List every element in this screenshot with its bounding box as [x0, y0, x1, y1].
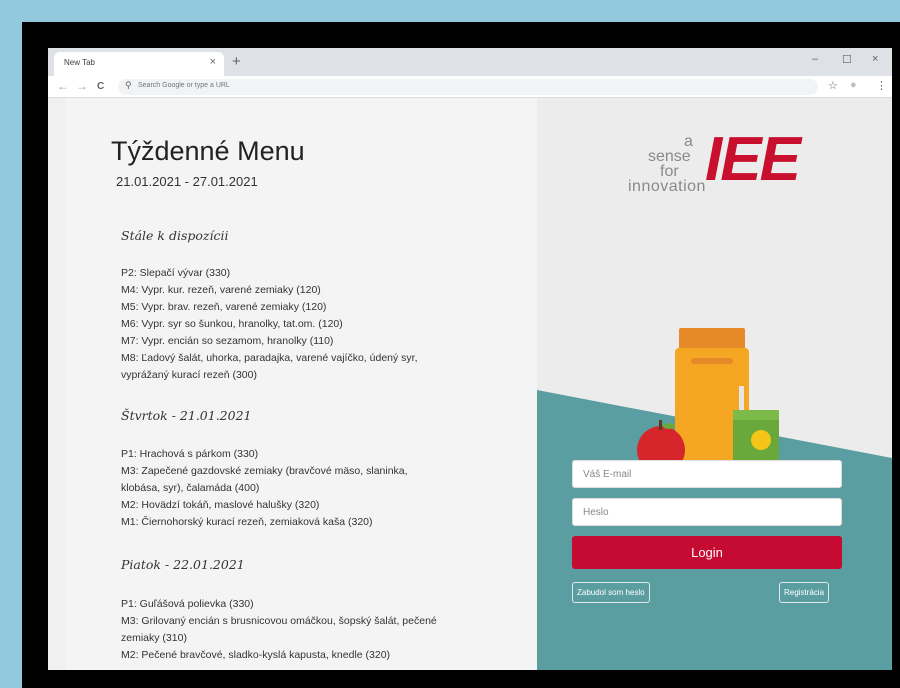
address-bar: ← → C ⚲ Search Google or type a URL ☆ ● …	[48, 76, 892, 98]
menu-item: M1: Čiernohorský kurací rezeň, zemiaková…	[121, 516, 373, 528]
back-icon[interactable]: ←	[57, 79, 69, 93]
page-content: Týždenné Menu 21.01.2021 - 27.01.2021 St…	[48, 98, 892, 670]
logo-word: a	[684, 133, 693, 150]
menu-item: P1: Hrachová s párkom (330)	[121, 448, 259, 460]
omnibox[interactable]: ⚲ Search Google or type a URL	[118, 79, 818, 95]
section-title: Piatok - 22.01.2021	[121, 557, 245, 572]
menu-item: P1: Guľášová polievka (330)	[121, 598, 254, 610]
logo-word: for	[660, 163, 679, 180]
menu-item: M6: Vypr. syr so šunkou, hranolky, tat.o…	[121, 318, 343, 330]
menu-item: M7: Vypr. encián so sezamom, hranolky (1…	[121, 335, 334, 347]
weekly-menu-panel: Týždenné Menu 21.01.2021 - 27.01.2021 St…	[66, 98, 554, 670]
menu-item: klobása, syr), čalamáda (400)	[121, 482, 260, 494]
password-field[interactable]: Heslo	[572, 498, 842, 526]
menu-item: M2: Pečené bravčové, sladko-kyslá kapust…	[121, 649, 391, 661]
login-button[interactable]: Login	[572, 536, 842, 569]
profile-icon[interactable]: ●	[850, 79, 857, 91]
email-field[interactable]: Váš E-mail	[572, 460, 842, 488]
menu-item: M2: Hovädzí tokáň, maslové halušky (320)	[121, 499, 320, 511]
forward-icon[interactable]: →	[76, 79, 88, 93]
forgot-password-button[interactable]: Zabudol som heslo	[572, 582, 650, 603]
logo-word: innovation	[628, 178, 706, 195]
login-panel: a sense for IEE innovation Váš E-mail He…	[537, 98, 892, 670]
menu-item: vyprážaný kurací rezeň (300)	[121, 369, 257, 381]
search-icon: ⚲	[125, 80, 132, 90]
login-button-label: Login	[691, 545, 723, 560]
new-tab-icon[interactable]: +	[232, 53, 241, 70]
reload-icon[interactable]: C	[97, 81, 104, 92]
section-title: Štvrtok - 21.01.2021	[121, 408, 252, 423]
tab-close-icon[interactable]: ×	[210, 56, 216, 68]
tab-new-tab[interactable]: New Tab ×	[54, 52, 224, 76]
menu-item: M8: Ľadový šalát, uhorka, paradajka, var…	[121, 352, 418, 364]
browser-window: New Tab × + – ☐ × ← → C ⚲ Search Google …	[48, 48, 892, 670]
date-range: 21.01.2021 - 27.01.2021	[116, 174, 258, 189]
menu-item: M4: Vypr. kur. rezeň, varené zemiaky (12…	[121, 284, 321, 296]
bookmark-star-icon[interactable]: ☆	[828, 79, 838, 92]
tab-title: New Tab	[64, 58, 95, 67]
menu-item: M5: Vypr. brav. rezeň, varené zemiaky (1…	[121, 301, 327, 313]
menu-item: P2: Slepačí vývar (330)	[121, 267, 231, 279]
menu-item: M3: Zapečené gazdovské zemiaky (bravčové…	[121, 465, 408, 477]
omnibox-placeholder: Search Google or type a URL	[138, 82, 230, 89]
section-title: Stále k dispozícii	[121, 228, 229, 243]
logo-word: sense	[648, 148, 691, 165]
tab-bar: New Tab × + – ☐ ×	[48, 48, 892, 76]
minimize-icon[interactable]: –	[812, 53, 818, 65]
password-placeholder: Heslo	[583, 507, 609, 518]
menu-item: zemiaky (310)	[121, 632, 187, 644]
logo-iee: IEE	[705, 125, 801, 194]
maximize-icon[interactable]: ☐	[842, 53, 852, 66]
email-placeholder: Váš E-mail	[583, 469, 632, 480]
close-window-icon[interactable]: ×	[872, 53, 878, 65]
iee-logo: a sense for IEE innovation	[628, 122, 801, 212]
menu-item: M3: Grilovaný encián s brusnicovou omáčk…	[121, 615, 437, 627]
page-title: Týždenné Menu	[111, 136, 305, 166]
more-menu-icon[interactable]: ⋮	[876, 79, 887, 92]
register-button[interactable]: Registrácia	[779, 582, 830, 603]
